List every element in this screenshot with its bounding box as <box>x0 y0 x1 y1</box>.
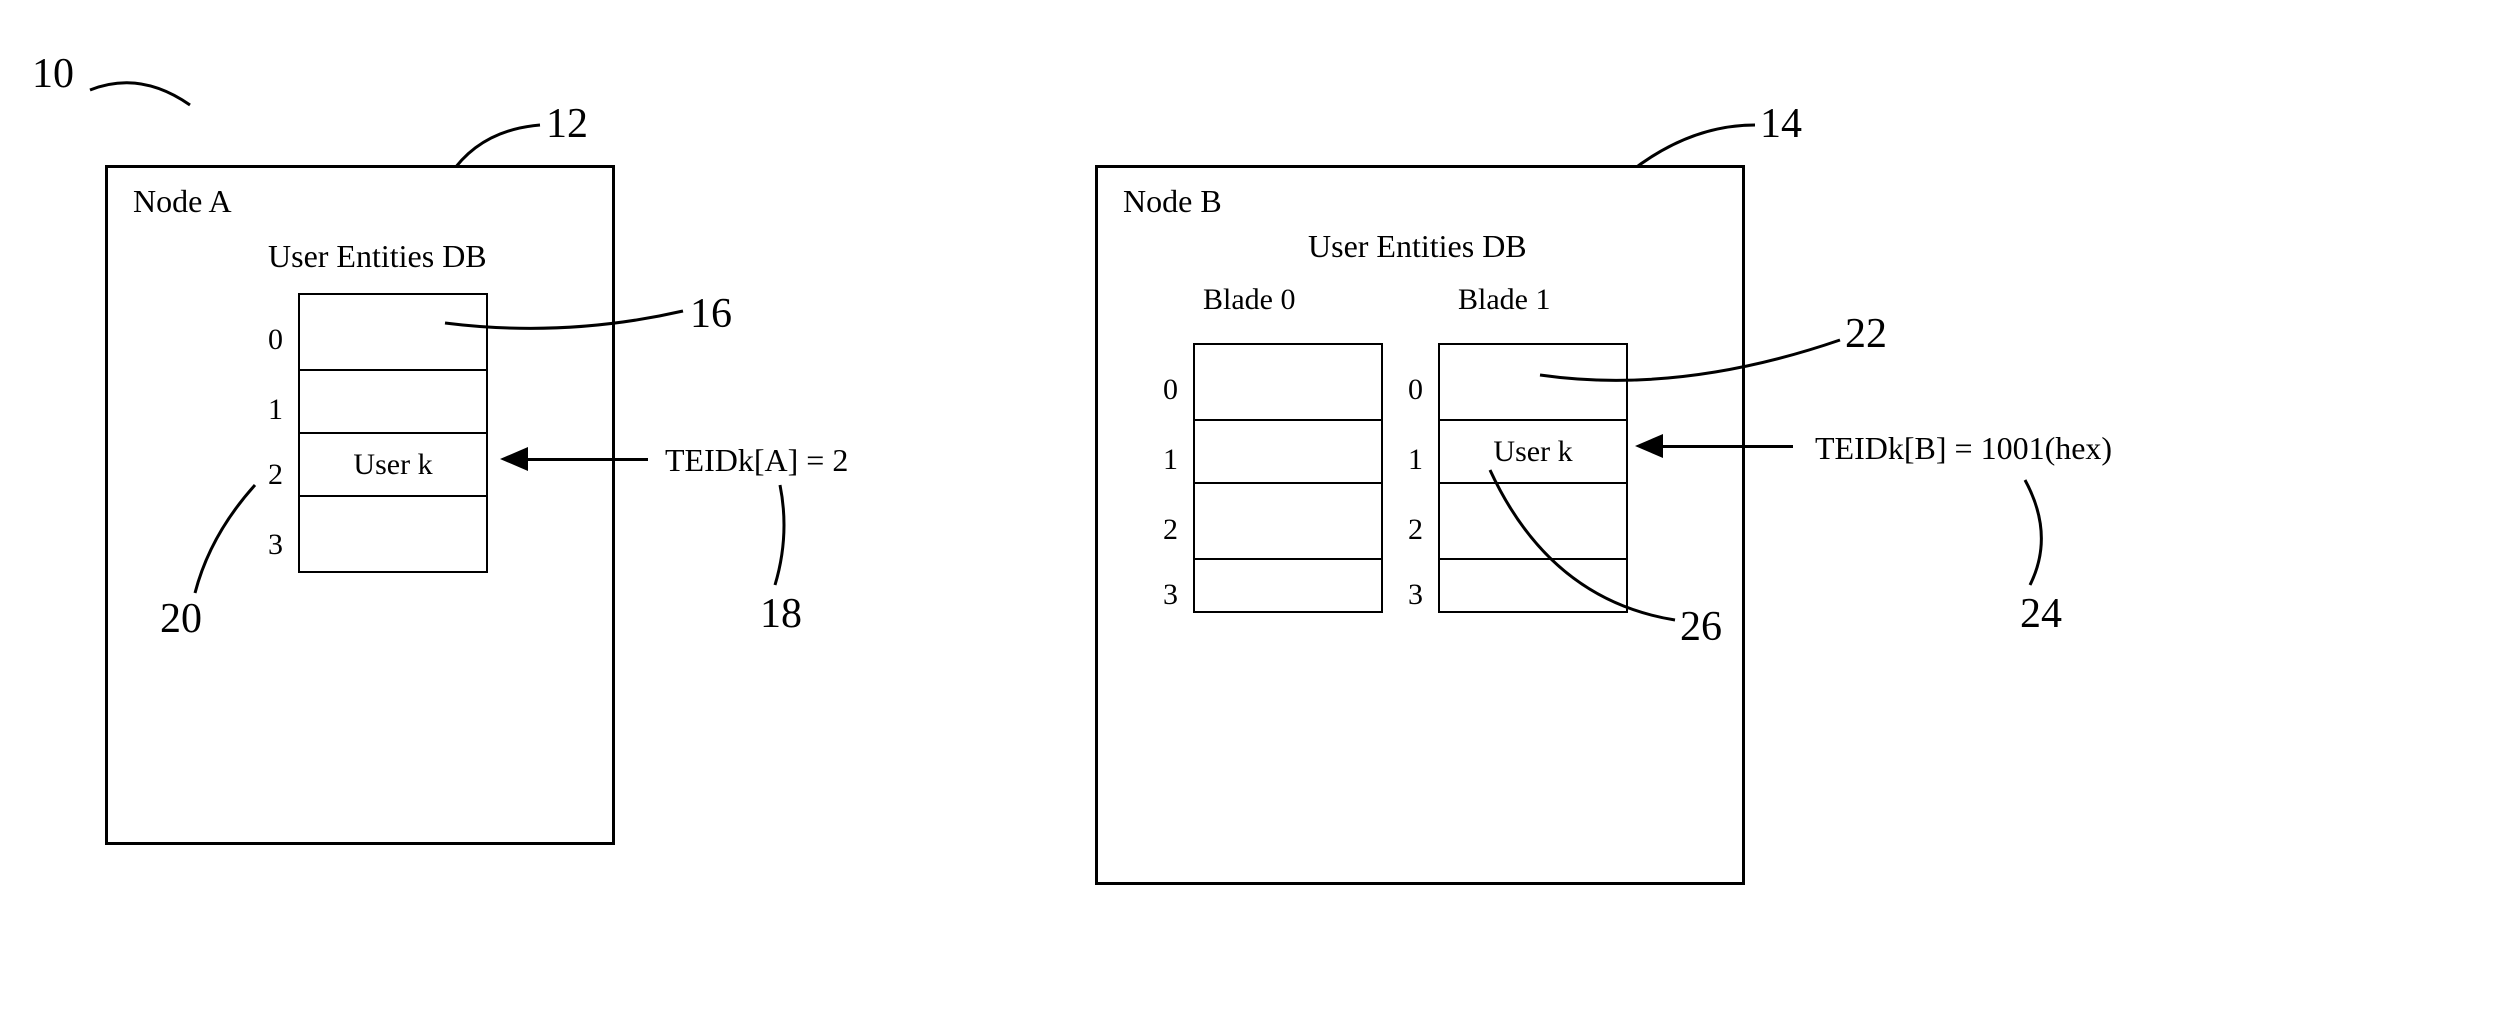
arrow-node-b-head <box>1635 434 1663 458</box>
ref-14: 14 <box>1760 100 1802 148</box>
blade0-row-1: 1 <box>1163 443 1178 477</box>
blade0-cell-1 <box>1193 419 1383 484</box>
ref-20: 20 <box>160 595 202 643</box>
node-a-cell-2: User k <box>298 432 488 497</box>
blade1-row-3: 3 <box>1408 578 1423 612</box>
blade1-cell-1: User k <box>1438 419 1628 484</box>
blade1-row-2: 2 <box>1408 513 1423 547</box>
ref-10: 10 <box>32 50 74 98</box>
node-a-row-3: 3 <box>268 528 283 562</box>
blade1-row-1: 1 <box>1408 443 1423 477</box>
arrow-node-a-head <box>500 447 528 471</box>
arrow-node-a-line <box>528 458 648 461</box>
blade0-row-2: 2 <box>1163 513 1178 547</box>
node-a-table: User k <box>298 293 488 573</box>
node-b-title: Node B <box>1123 183 1222 220</box>
ref-18: 18 <box>760 590 802 638</box>
leader-10 <box>90 75 220 125</box>
node-a-cell-3 <box>298 495 488 573</box>
node-a-cell-1 <box>298 369 488 434</box>
node-b-box: Node B User Entities DB Blade 0 Blade 1 … <box>1095 165 1745 885</box>
blade-1-title: Blade 1 <box>1458 283 1550 317</box>
ref-26: 26 <box>1680 603 1722 651</box>
node-b-db-title: User Entities DB <box>1308 228 1527 265</box>
node-a-box: Node A User Entities DB User k 0 1 2 3 <box>105 165 615 845</box>
blade0-cell-3 <box>1193 558 1383 613</box>
blade0-row-3: 3 <box>1163 578 1178 612</box>
blade-0-title: Blade 0 <box>1203 283 1295 317</box>
ref-22: 22 <box>1845 310 1887 358</box>
node-a-row-1: 1 <box>268 393 283 427</box>
ref-12: 12 <box>546 100 588 148</box>
blade0-cell-0 <box>1193 343 1383 421</box>
blade0-cell-2 <box>1193 482 1383 560</box>
node-a-row-0: 0 <box>268 323 283 357</box>
blade1-cell-2 <box>1438 482 1628 560</box>
node-a-row-2: 2 <box>268 458 283 492</box>
ref-16: 16 <box>690 290 732 338</box>
teid-a: TEIDk[A] = 2 <box>665 442 848 479</box>
blade1-cell-3 <box>1438 558 1628 613</box>
blade0-row-0: 0 <box>1163 373 1178 407</box>
blade1-cell-0 <box>1438 343 1628 421</box>
leader-24 <box>2000 480 2060 590</box>
blade1-row-0: 0 <box>1408 373 1423 407</box>
teid-b: TEIDk[B] = 1001(hex) <box>1815 430 2112 467</box>
leader-18 <box>760 485 810 595</box>
node-a-cell-0 <box>298 293 488 371</box>
node-a-title: Node A <box>133 183 232 220</box>
blade-0-table <box>1193 343 1383 613</box>
blade-1-table: User k <box>1438 343 1628 613</box>
node-a-db-title: User Entities DB <box>268 238 487 275</box>
ref-24: 24 <box>2020 590 2062 638</box>
arrow-node-b-line <box>1663 445 1793 448</box>
